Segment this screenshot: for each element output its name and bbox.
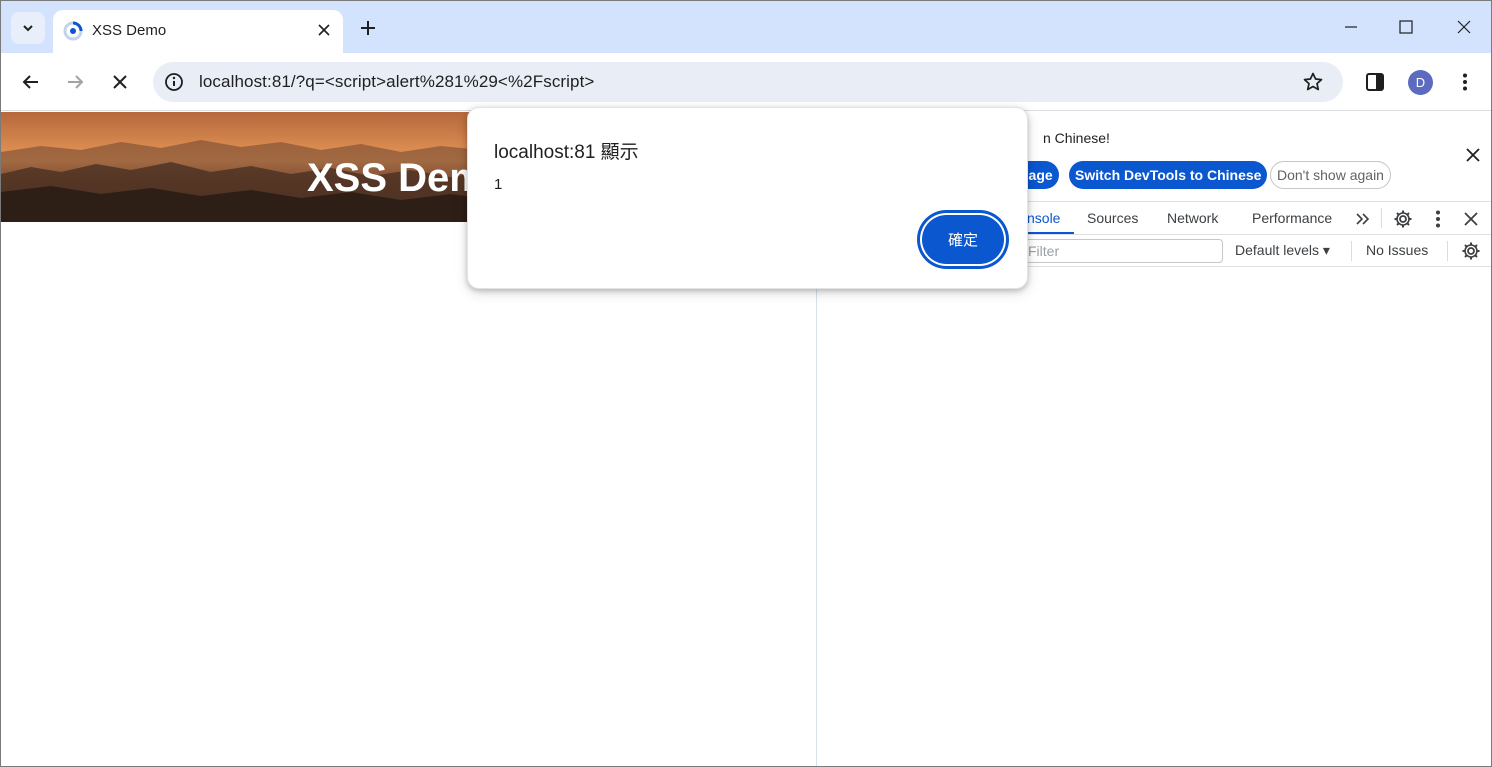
- tab-search-button[interactable]: [11, 12, 45, 44]
- arrow-right-icon: [68, 75, 84, 89]
- devtools-menu-button[interactable]: [1427, 208, 1449, 230]
- close-icon: [113, 75, 127, 89]
- bookmark-button[interactable]: [1301, 70, 1325, 94]
- side-panel-button[interactable]: [1363, 70, 1387, 94]
- gear-icon: [1394, 210, 1412, 228]
- maximize-button[interactable]: [1394, 15, 1418, 39]
- stop-loading-button[interactable]: [108, 70, 132, 94]
- switch-devtools-chinese-button[interactable]: Switch DevTools to Chinese: [1069, 161, 1268, 189]
- chevron-double-right-icon: [1356, 213, 1370, 225]
- star-icon: [1303, 72, 1323, 91]
- plus-icon: [361, 21, 375, 35]
- minimize-icon: [1345, 26, 1357, 28]
- language-banner-close-button[interactable]: [1463, 145, 1483, 165]
- alert-ok-button[interactable]: 確定: [920, 213, 1006, 266]
- tab-performance[interactable]: Performance: [1252, 210, 1332, 226]
- log-levels-dropdown[interactable]: Default levels ▾: [1235, 242, 1330, 259]
- tab-strip: XSS Demo: [1, 1, 1491, 53]
- tab-title: XSS Demo: [92, 22, 167, 39]
- header-banner: XSS Demo: [1, 112, 481, 222]
- side-panel-icon: [1366, 73, 1384, 91]
- tab-network[interactable]: Network: [1167, 210, 1218, 226]
- address-text[interactable]: localhost:81/?q=<script>alert%281%29<%2F…: [199, 72, 594, 92]
- banner-title: XSS Demo: [307, 156, 481, 200]
- devtools-close-button[interactable]: [1460, 208, 1482, 230]
- close-icon: [318, 24, 330, 36]
- profile-avatar[interactable]: D: [1408, 70, 1433, 95]
- browser-menu-button[interactable]: [1453, 70, 1477, 94]
- issues-counter[interactable]: No Issues: [1366, 242, 1428, 258]
- forward-button[interactable]: [63, 70, 87, 94]
- console-filter-input[interactable]: Filter: [1017, 239, 1223, 263]
- tab-sources[interactable]: Sources: [1087, 210, 1138, 226]
- close-icon: [1464, 212, 1478, 226]
- dont-show-again-button[interactable]: Don't show again: [1270, 161, 1391, 189]
- console-settings-button[interactable]: [1460, 240, 1482, 262]
- window-close-button[interactable]: [1452, 15, 1476, 39]
- devtools-settings-button[interactable]: [1392, 208, 1414, 230]
- close-icon: [1457, 20, 1471, 34]
- more-tabs-button[interactable]: [1352, 208, 1374, 230]
- tab-active[interactable]: XSS Demo: [53, 10, 343, 53]
- chevron-down-icon: [23, 25, 33, 32]
- browser-window: XSS Demo localhost:81/?q=<script>alert%2…: [0, 0, 1492, 767]
- loading-favicon-icon: [63, 21, 83, 41]
- info-icon: [165, 73, 183, 91]
- browser-toolbar: localhost:81/?q=<script>alert%281%29<%2F…: [1, 53, 1491, 111]
- address-bar[interactable]: localhost:81/?q=<script>alert%281%29<%2F…: [153, 62, 1343, 102]
- close-icon: [1466, 148, 1480, 162]
- arrow-left-icon: [22, 75, 38, 89]
- gear-icon: [1462, 242, 1480, 260]
- tab-close-button[interactable]: [313, 19, 335, 41]
- alert-message: 1: [494, 176, 503, 193]
- new-tab-button[interactable]: [357, 17, 379, 39]
- more-vertical-icon: [1463, 73, 1467, 91]
- more-vertical-icon: [1436, 210, 1440, 228]
- toolbar-separator: [1381, 208, 1382, 228]
- alert-dialog: localhost:81 顯示 1 確定: [467, 107, 1028, 289]
- alert-title: localhost:81 顯示: [494, 142, 639, 163]
- toolbar-separator: [1351, 241, 1352, 261]
- tab-console[interactable]: nsole: [1027, 210, 1060, 226]
- language-banner-message: n Chinese!: [1043, 130, 1110, 146]
- toolbar-separator: [1447, 241, 1448, 261]
- minimize-button[interactable]: [1339, 15, 1363, 39]
- maximize-icon: [1399, 20, 1413, 34]
- active-tab-indicator: [1027, 232, 1074, 234]
- site-info-button[interactable]: [161, 69, 187, 95]
- back-button[interactable]: [19, 70, 43, 94]
